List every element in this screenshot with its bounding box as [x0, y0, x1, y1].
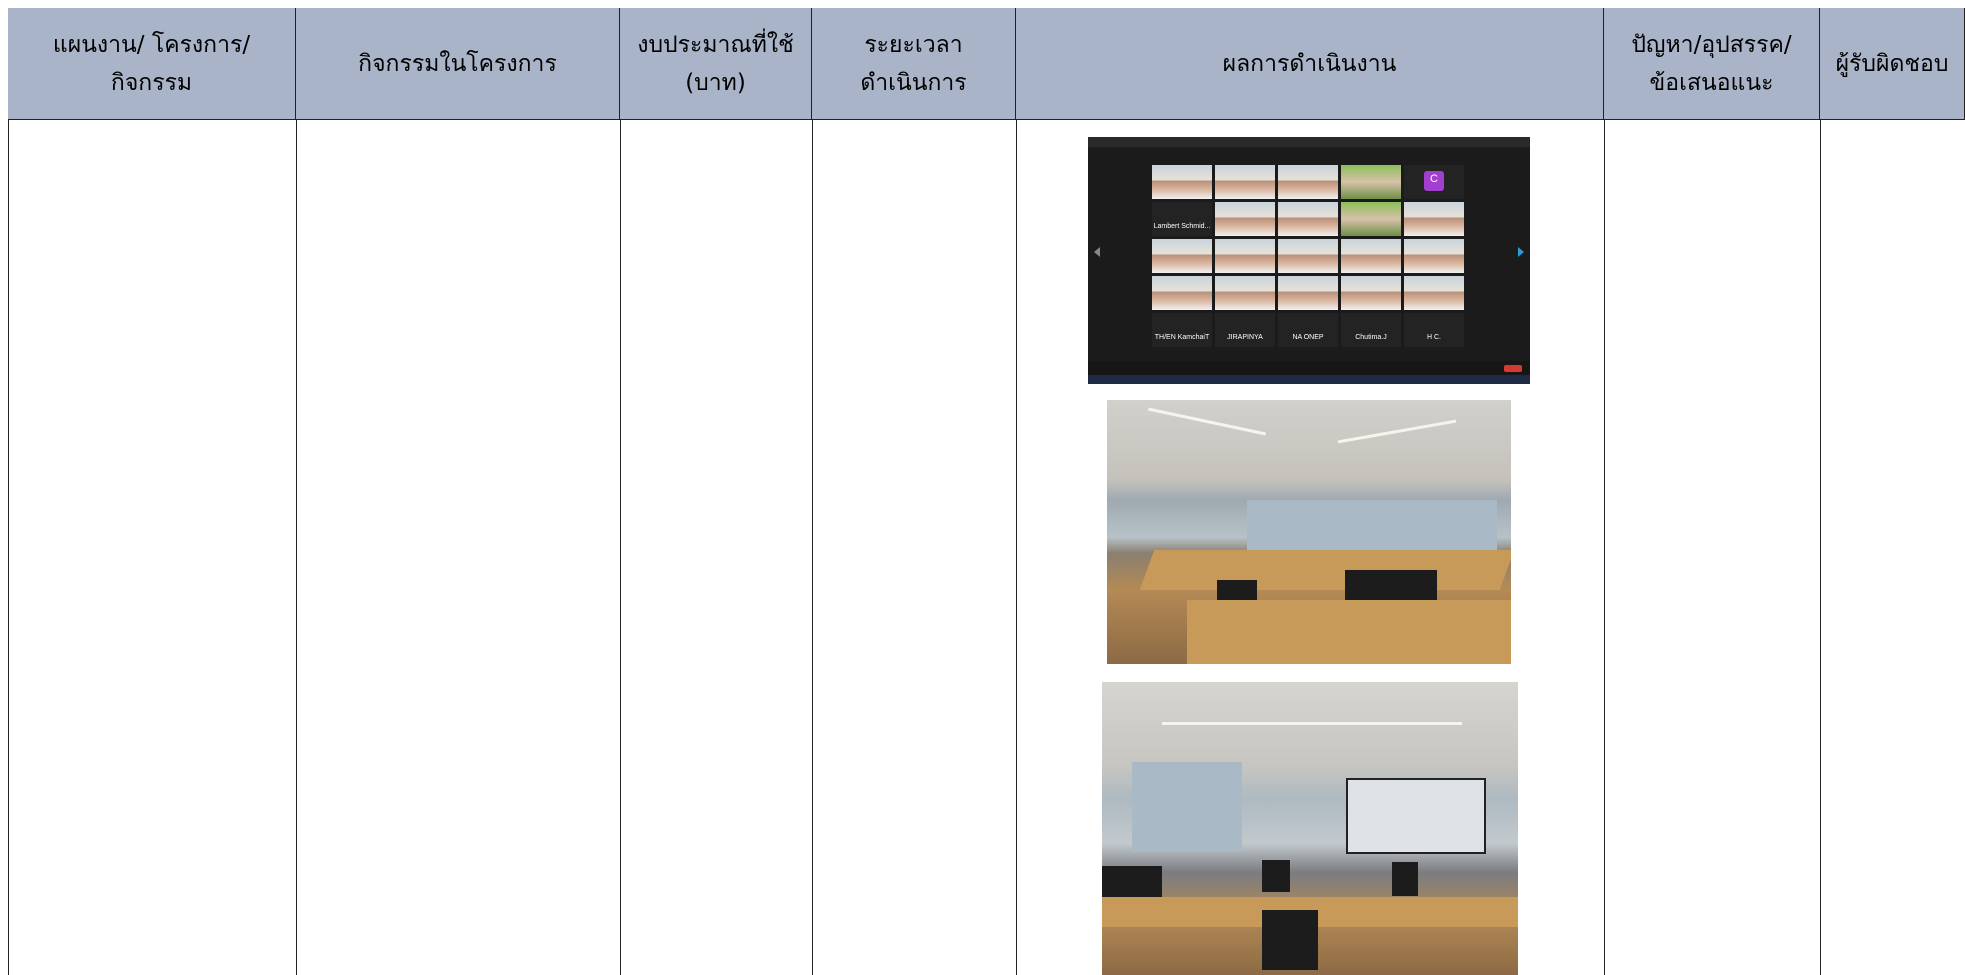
- participant-video: [1215, 239, 1275, 273]
- participant-video: [1215, 202, 1275, 236]
- header-budget-used: งบประมาณที่ใช้ (บาท): [620, 8, 812, 120]
- end-meeting-button: [1504, 365, 1522, 372]
- participant-video: [1404, 276, 1464, 310]
- avatar-letter: C: [1430, 173, 1438, 185]
- monitor: [1262, 910, 1318, 970]
- report-table: แผนงาน/ โครงการ/ กิจกรรม กิจกรรมในโครงกา…: [8, 8, 1965, 975]
- zoom-meeting-screenshot: C Lambert Schmid... TH/EN KamchaiT JIRAP…: [1088, 137, 1530, 384]
- column-divider: [296, 120, 297, 975]
- header-problems-suggestions: ปัญหา/อุปสรรค/ ข้อเสนอแนะ: [1604, 8, 1820, 120]
- ceiling-light: [1337, 419, 1457, 444]
- column-divider: [1604, 120, 1605, 975]
- participant-video: [1278, 202, 1338, 236]
- participant-name-tile: JIRAPINYA: [1215, 313, 1275, 347]
- column-divider: [1016, 120, 1017, 975]
- participant-video: [1404, 202, 1464, 236]
- column-divider: [812, 120, 813, 975]
- participant-name-tile: H C.: [1404, 313, 1464, 347]
- windows-taskbar: [1088, 375, 1530, 384]
- column-divider: [620, 120, 621, 975]
- participant-video: [1152, 165, 1212, 199]
- participant-name-tile: NA ONEP: [1278, 313, 1338, 347]
- participant-video: [1341, 276, 1401, 310]
- participant-video: [1341, 165, 1401, 199]
- next-page-icon: [1518, 247, 1524, 257]
- participant-video: [1278, 165, 1338, 199]
- header-responsible: ผู้รับผิดชอบ: [1820, 8, 1965, 120]
- desk: [1139, 550, 1511, 590]
- header-plan-project-activity: แผนงาน/ โครงการ/ กิจกรรม: [8, 8, 296, 120]
- zoom-control-bar: [1088, 361, 1530, 375]
- participant-name-tile: TH/EN KamchaiT: [1152, 313, 1212, 347]
- monitor: [1262, 860, 1290, 892]
- ceiling-light: [1147, 407, 1267, 436]
- participant-video: [1152, 239, 1212, 273]
- header-duration: ระยะเวลา ดำเนินการ: [812, 8, 1016, 120]
- desk: [1187, 600, 1511, 664]
- participant-video: [1215, 276, 1275, 310]
- participant-video: [1404, 239, 1464, 273]
- participant-video: [1341, 239, 1401, 273]
- windows: [1247, 500, 1497, 550]
- participant-avatar: C: [1404, 165, 1464, 199]
- header-project-activities: กิจกรรมในโครงการ: [296, 8, 620, 120]
- participant-video: [1278, 276, 1338, 310]
- participant-video: [1215, 165, 1275, 199]
- header-results: ผลการดำเนินงาน: [1016, 8, 1604, 120]
- meeting-room-photo-2: [1102, 682, 1518, 975]
- zoom-title-bar: [1088, 137, 1530, 147]
- column-divider: [1820, 120, 1821, 975]
- participant-video: [1152, 276, 1212, 310]
- monitor: [1392, 862, 1418, 896]
- windows: [1132, 762, 1242, 852]
- participant-name-tile: Lambert Schmid...: [1152, 202, 1212, 236]
- ceiling-light: [1162, 722, 1462, 725]
- participant-video: [1341, 202, 1401, 236]
- table-left-border: [8, 8, 9, 975]
- participant-name-tile: Chutima.J: [1341, 313, 1401, 347]
- prev-page-icon: [1094, 247, 1100, 257]
- projection-screen: [1346, 778, 1486, 854]
- participant-video: [1278, 239, 1338, 273]
- meeting-room-photo-1: [1107, 400, 1511, 664]
